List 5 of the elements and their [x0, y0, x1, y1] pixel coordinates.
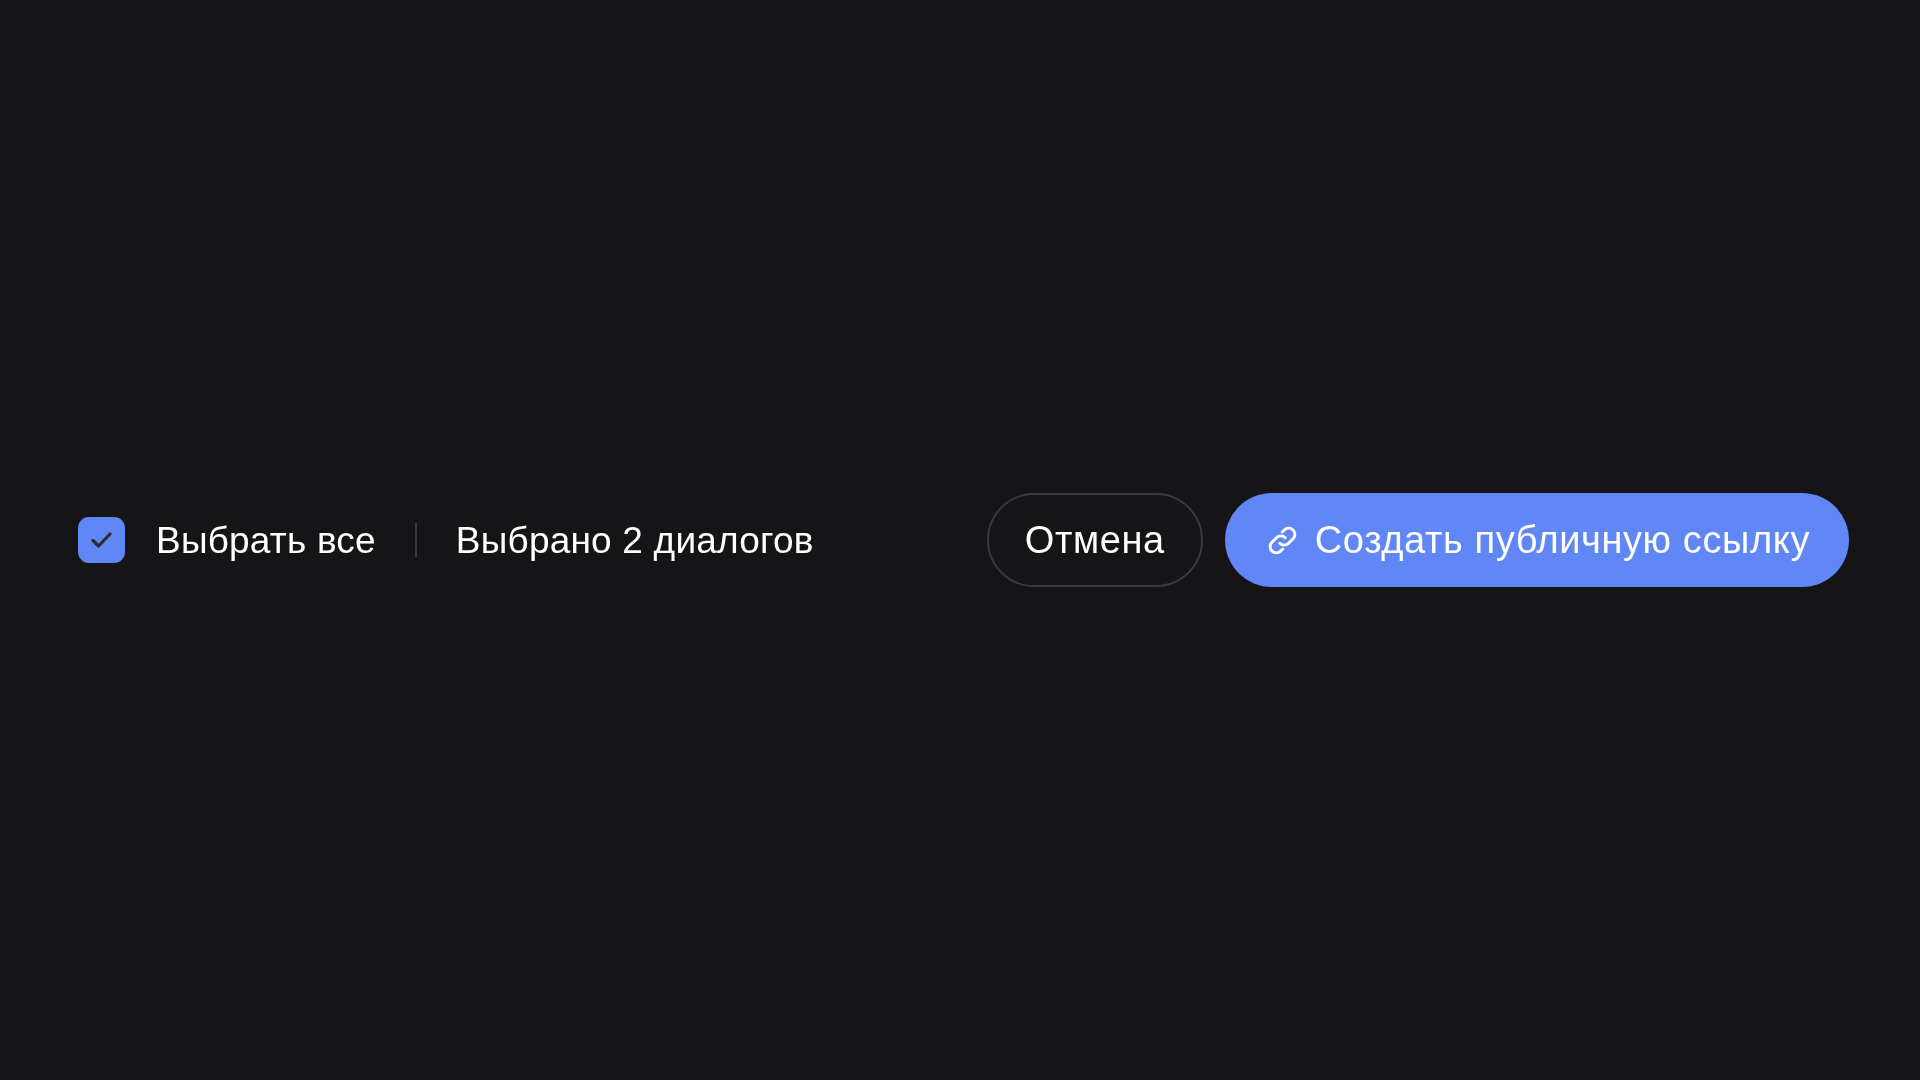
selection-count: Выбрано 2 диалогов: [455, 521, 814, 559]
check-icon: [91, 532, 112, 548]
cancel-button[interactable]: Отмена: [986, 493, 1203, 587]
select-all-checkbox[interactable]: [78, 517, 125, 563]
select-all-label[interactable]: Выбрать все: [156, 521, 376, 559]
